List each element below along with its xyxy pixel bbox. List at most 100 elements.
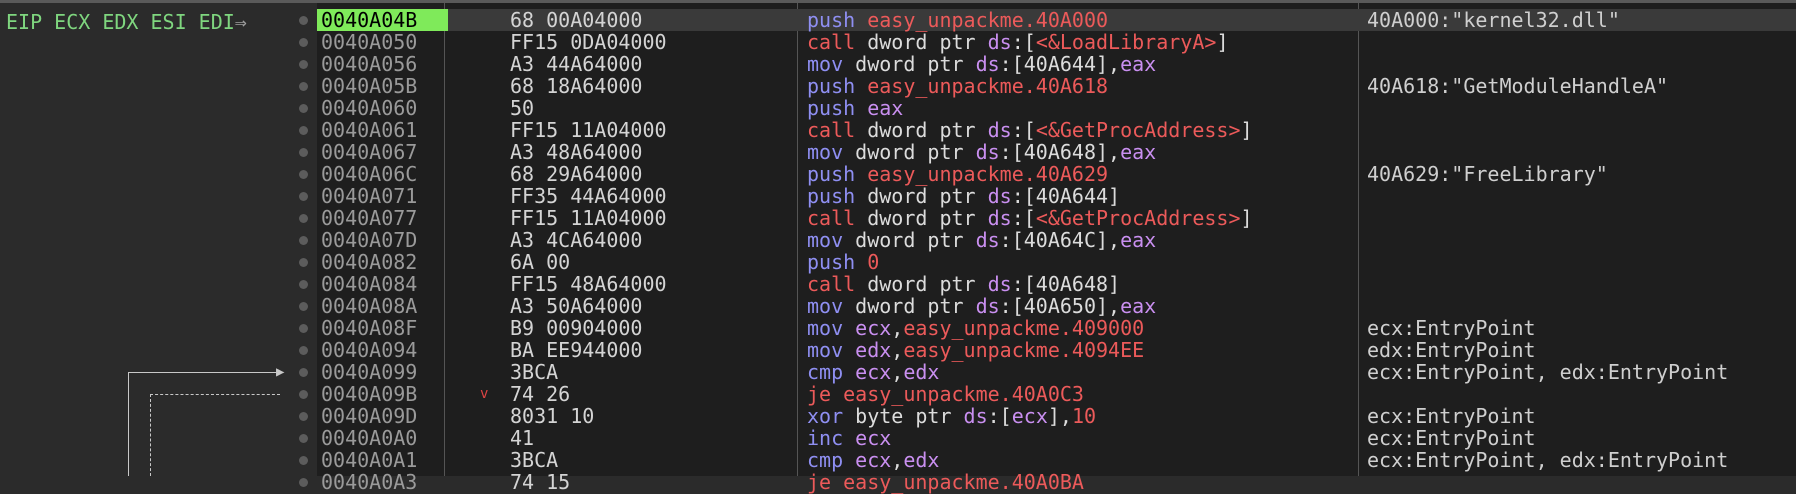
row-address[interactable]: 0040A06C: [317, 163, 448, 185]
breakpoint-dot-icon[interactable]: [299, 60, 308, 69]
row-instruction[interactable]: mov edx,easy_unpackme.4094EE: [807, 339, 1144, 361]
disasm-row[interactable]: 0040A071 FF35 44A64000 push dword ptr ds:[…: [317, 185, 1796, 207]
row-address[interactable]: 0040A094: [317, 339, 448, 361]
instruction-token: ,: [891, 316, 904, 340]
row-address[interactable]: 0040A0A0: [317, 427, 448, 449]
disasm-row[interactable]: 0040A0A0 41 inc ecx ecx:EntryPoint: [317, 427, 1796, 449]
register-labels[interactable]: EIP ECX EDX ESI EDI⇒: [6, 11, 247, 33]
disasm-row[interactable]: 0040A061 FF15 11A04000 call dword ptr ds:[…: [317, 119, 1796, 141]
row-instruction[interactable]: push dword ptr ds:[40A644]: [807, 185, 1120, 207]
row-address[interactable]: 0040A0A3: [317, 471, 448, 493]
row-instruction[interactable]: push easy_unpackme.40A629: [807, 163, 1108, 185]
disasm-row[interactable]: 0040A04B 68 00A04000 push easy_unpackme.40…: [317, 9, 1796, 31]
disasm-row[interactable]: 0040A07D A3 4CA64000 mov dword ptr ds:[40A…: [317, 229, 1796, 251]
breakpoint-dot-icon[interactable]: [299, 258, 308, 267]
row-address[interactable]: 0040A061: [317, 119, 448, 141]
row-address[interactable]: 0040A0A1: [317, 449, 448, 471]
row-instruction[interactable]: inc ecx: [807, 427, 891, 449]
disasm-row[interactable]: 0040A084 FF15 48A64000 call dword ptr ds:[…: [317, 273, 1796, 295]
row-address[interactable]: 0040A08A: [317, 295, 448, 317]
row-address[interactable]: 0040A09D: [317, 405, 448, 427]
row-address[interactable]: 0040A04B: [317, 9, 448, 31]
row-instruction[interactable]: mov dword ptr ds:[40A648],eax: [807, 141, 1156, 163]
row-instruction[interactable]: push easy_unpackme.40A000: [807, 9, 1108, 31]
row-address[interactable]: 0040A09B: [317, 383, 448, 405]
row-bytes: 50: [510, 96, 535, 120]
row-address[interactable]: 0040A050: [317, 31, 448, 53]
disasm-row[interactable]: 0040A082 6A 00 push 0: [317, 251, 1796, 273]
disasm-row[interactable]: 0040A09D 8031 10 xor byte ptr ds:[ecx],10 e…: [317, 405, 1796, 427]
row-address[interactable]: 0040A07D: [317, 229, 448, 251]
row-address[interactable]: 0040A056: [317, 53, 448, 75]
disasm-row[interactable]: 0040A067 A3 48A64000 mov dword ptr ds:[40A…: [317, 141, 1796, 163]
row-address[interactable]: 0040A099: [317, 361, 448, 383]
row-instruction[interactable]: je easy_unpackme.40A0C3: [807, 383, 1084, 405]
breakpoint-dot-icon[interactable]: [299, 324, 308, 333]
row-instruction[interactable]: call dword ptr ds:[<&GetProcAddress>]: [807, 207, 1253, 229]
breakpoint-dot-icon[interactable]: [299, 478, 308, 487]
disasm-row[interactable]: 0040A050 FF15 0DA04000 call dword ptr ds:[…: [317, 31, 1796, 53]
breakpoint-dot-icon[interactable]: [299, 82, 308, 91]
row-address[interactable]: 0040A084: [317, 273, 448, 295]
row-address[interactable]: 0040A067: [317, 141, 448, 163]
breakpoint-dot-icon[interactable]: [299, 434, 308, 443]
row-instruction[interactable]: call dword ptr ds:[<&GetProcAddress>]: [807, 119, 1253, 141]
disasm-row[interactable]: 0040A099 3BCA cmp ecx,edx ecx:EntryPoint, e…: [317, 361, 1796, 383]
breakpoint-dot-icon[interactable]: [299, 38, 308, 47]
row-bytes: FF15 11A04000: [510, 206, 667, 230]
row-instruction[interactable]: mov dword ptr ds:[40A644],eax: [807, 53, 1156, 75]
instruction-token: dword ptr: [843, 228, 976, 252]
breakpoint-dot-icon[interactable]: [299, 412, 308, 421]
disasm-row[interactable]: 0040A060 50 push eax: [317, 97, 1796, 119]
row-address[interactable]: 0040A060: [317, 97, 448, 119]
disasm-row[interactable]: 0040A077 FF15 11A04000 call dword ptr ds:[…: [317, 207, 1796, 229]
row-instruction[interactable]: mov dword ptr ds:[40A650],eax: [807, 295, 1156, 317]
row-address[interactable]: 0040A08F: [317, 317, 448, 339]
instruction-token: je: [807, 470, 832, 494]
row-instruction[interactable]: je easy_unpackme.40A0BA: [807, 471, 1084, 493]
breakpoint-dot-icon[interactable]: [299, 104, 308, 113]
disasm-row[interactable]: 0040A08A A3 50A64000 mov dword ptr ds:[40A…: [317, 295, 1796, 317]
row-address[interactable]: 0040A082: [317, 251, 448, 273]
breakpoint-dot-icon[interactable]: [299, 236, 308, 245]
breakpoint-dot-icon[interactable]: [299, 346, 308, 355]
row-address[interactable]: 0040A071: [317, 185, 448, 207]
row-instruction[interactable]: cmp ecx,edx: [807, 361, 939, 383]
row-instruction[interactable]: call dword ptr ds:[<&LoadLibraryA>]: [807, 31, 1228, 53]
row-instruction[interactable]: xor byte ptr ds:[ecx],10: [807, 405, 1096, 427]
row-instruction[interactable]: mov ecx,easy_unpackme.409000: [807, 317, 1144, 339]
row-instruction[interactable]: push 0: [807, 251, 879, 273]
disasm-row[interactable]: 0040A094 BA EE944000 mov edx,easy_unpackme…: [317, 339, 1796, 361]
breakpoint-dot-icon[interactable]: [299, 192, 308, 201]
breakpoint-dot-icon[interactable]: [299, 390, 308, 399]
disasm-row[interactable]: 0040A056 A3 44A64000 mov dword ptr ds:[40A…: [317, 53, 1796, 75]
disasm-row[interactable]: 0040A0A3 74 15 je easy_unpackme.40A0BA: [317, 471, 1796, 493]
row-instruction[interactable]: cmp ecx,edx: [807, 449, 939, 471]
disasm-row[interactable]: 0040A05B 68 18A64000 push easy_unpackme.40…: [317, 75, 1796, 97]
breakpoint-dot-icon[interactable]: [299, 280, 308, 289]
row-instruction[interactable]: push eax: [807, 97, 903, 119]
row-address[interactable]: 0040A077: [317, 207, 448, 229]
breakpoint-dot-icon[interactable]: [299, 126, 308, 135]
row-instruction[interactable]: mov dword ptr ds:[40A64C],eax: [807, 229, 1156, 251]
instruction-token: push: [807, 8, 856, 32]
disasm-row[interactable]: 0040A08F B9 00904000 mov ecx,easy_unpackme…: [317, 317, 1796, 339]
disassembly-view[interactable]: 0040A04B 68 00A04000 push easy_unpackme.40…: [317, 3, 1796, 493]
row-instruction[interactable]: push easy_unpackme.40A618: [807, 75, 1108, 97]
disasm-row[interactable]: 0040A09B v 74 26 je easy_unpackme.40A0C3: [317, 383, 1796, 405]
breakpoint-column[interactable]: [290, 3, 317, 487]
row-comment: edx:EntryPoint: [1367, 338, 1536, 362]
instruction-token: push: [807, 250, 856, 274]
disasm-row[interactable]: 0040A0A1 3BCA cmp ecx,edx ecx:EntryPoint, e…: [317, 449, 1796, 471]
breakpoint-dot-icon[interactable]: [299, 170, 308, 179]
disasm-row[interactable]: 0040A06C 68 29A64000 push easy_unpackme.40…: [317, 163, 1796, 185]
breakpoint-dot-icon[interactable]: [299, 456, 308, 465]
row-instruction[interactable]: call dword ptr ds:[40A648]: [807, 273, 1120, 295]
breakpoint-dot-icon[interactable]: [299, 302, 308, 311]
breakpoint-dot-icon[interactable]: [299, 368, 308, 377]
breakpoint-dot-icon[interactable]: [299, 16, 308, 25]
breakpoint-dot-icon[interactable]: [299, 148, 308, 157]
row-address[interactable]: 0040A05B: [317, 75, 448, 97]
breakpoint-dot-icon[interactable]: [299, 214, 308, 223]
instruction-token: dword ptr: [855, 206, 988, 230]
